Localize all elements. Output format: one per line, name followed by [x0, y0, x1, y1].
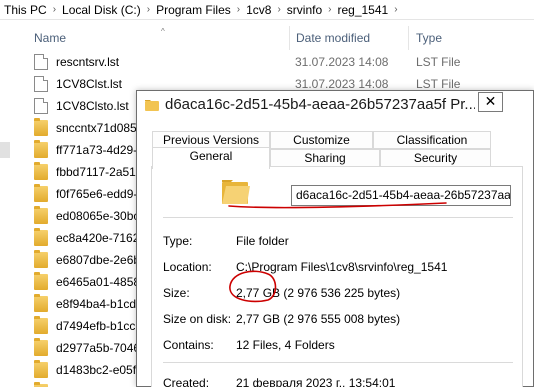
file-type: LST File [416, 77, 461, 91]
breadcrumb-separator[interactable]: › [237, 4, 240, 15]
tab-customize[interactable]: Customize [270, 131, 373, 149]
size-on-disk-label: Size on disk: [163, 312, 232, 326]
file-icon [34, 98, 48, 114]
tab-classification[interactable]: Classification [373, 131, 491, 149]
file-name: d7494efb-b1cc [56, 319, 136, 333]
folder-icon [34, 162, 48, 180]
properties-dialog: d6aca16c-2d51-45b4-aeaa-26b57237aa5f Pr.… [136, 90, 534, 387]
file-name: fbbd7117-2a51 [56, 165, 136, 179]
folder-icon [34, 184, 48, 202]
folder-icon [34, 228, 48, 246]
file-type: LST File [416, 55, 461, 69]
column-divider[interactable] [408, 26, 409, 50]
file-name: snccntx71d085 [56, 121, 137, 135]
file-name: d1483bc2-e05f- [56, 363, 141, 377]
file-name: rescntsrv.lst [56, 55, 120, 69]
breadcrumb-separator[interactable]: › [53, 4, 56, 15]
breadcrumb-this-pc[interactable]: This PC [4, 3, 47, 17]
tab-sharing[interactable]: Sharing [270, 149, 380, 167]
folder-icon [34, 360, 48, 378]
breadcrumb-1cv8[interactable]: 1cv8 [246, 3, 271, 17]
file-name: f0f765e6-edd9- [56, 187, 138, 201]
size-on-disk-value: 2,77 GB (2 976 555 008 bytes) [236, 312, 401, 326]
dialog-title: d6aca16c-2d51-45b4-aeaa-26b57237aa5f Pr.… [165, 96, 475, 113]
created-label: Created: [163, 376, 210, 387]
size-value: 2,77 GB (2 976 536 225 bytes) [236, 286, 401, 300]
folder-name-input[interactable]: d6aca16c-2d51-45b4-aeaa-26b57237aa5f [291, 185, 511, 206]
contains-label: Contains: [163, 338, 214, 352]
file-name: 1CV8Clst.lst [56, 77, 123, 91]
file-name: e6465a01-4858- [56, 275, 145, 289]
type-label: Type: [163, 234, 193, 248]
file-name: 1CV8Clsto.lst [56, 99, 129, 113]
tab-general[interactable]: General [152, 147, 270, 169]
breadcrumb-separator[interactable]: › [394, 4, 397, 15]
folder-icon [34, 272, 48, 290]
folder-icon [34, 140, 48, 158]
file-name: e6807dbe-2e6b [56, 253, 141, 267]
navigation-pane-edge[interactable] [0, 142, 10, 158]
file-name: d2977a5b-7046 [56, 341, 141, 355]
file-row[interactable]: rescntsrv.lst 31.07.2023 14:08 LST File [30, 51, 530, 73]
file-date-modified: 31.07.2023 14:08 [295, 77, 389, 91]
folder-icon [34, 316, 48, 334]
contains-value: 12 Files, 4 Folders [236, 338, 335, 352]
location-label: Location: [163, 260, 212, 274]
folder-icon [34, 294, 48, 312]
column-name-header[interactable]: Name [34, 31, 66, 45]
divider [163, 217, 513, 218]
file-list-header: Name Date modified Type [0, 26, 534, 50]
folder-icon [34, 206, 48, 224]
dialog-titlebar[interactable]: d6aca16c-2d51-45b4-aeaa-26b57237aa5f Pr.… [137, 91, 533, 119]
file-name: ec8a420e-7162- [56, 231, 144, 245]
breadcrumb-program-files[interactable]: Program Files [156, 3, 231, 17]
breadcrumb-separator[interactable]: › [147, 4, 150, 15]
file-name: ff771a73-4d29- [56, 143, 138, 157]
file-icon [34, 76, 48, 92]
breadcrumb: This PC › Local Disk (C:) › Program File… [0, 0, 534, 20]
folder-icon [34, 338, 48, 356]
tab-security[interactable]: Security [380, 149, 491, 167]
file-icon [34, 54, 48, 70]
breadcrumb-srvinfo[interactable]: srvinfo [287, 3, 322, 17]
close-button[interactable]: ✕ [478, 92, 503, 112]
location-value: C:\Program Files\1cv8\srvinfo\reg_1541 [236, 260, 448, 274]
breadcrumb-local-disk[interactable]: Local Disk (C:) [62, 3, 141, 17]
column-divider[interactable] [289, 26, 290, 50]
created-value: 21 февраля 2023 г., 13:54:01 [236, 376, 396, 387]
file-name: e8f94ba4-b1cd [56, 297, 137, 311]
column-date-header[interactable]: Date modified [296, 31, 370, 45]
type-value: File folder [236, 234, 289, 248]
folder-icon [34, 250, 48, 268]
divider [163, 362, 513, 363]
sort-ascending-icon: ^ [161, 27, 165, 36]
breadcrumb-separator[interactable]: › [277, 4, 280, 15]
breadcrumb-separator[interactable]: › [328, 4, 331, 15]
column-type-header[interactable]: Type [416, 31, 442, 45]
file-name: ed08065e-30bc [56, 209, 140, 223]
folder-icon [222, 180, 250, 204]
folder-icon [34, 118, 48, 136]
file-date-modified: 31.07.2023 14:08 [295, 55, 389, 69]
folder-icon [145, 100, 159, 111]
size-label: Size: [163, 286, 190, 300]
breadcrumb-reg-1541[interactable]: reg_1541 [337, 3, 388, 17]
